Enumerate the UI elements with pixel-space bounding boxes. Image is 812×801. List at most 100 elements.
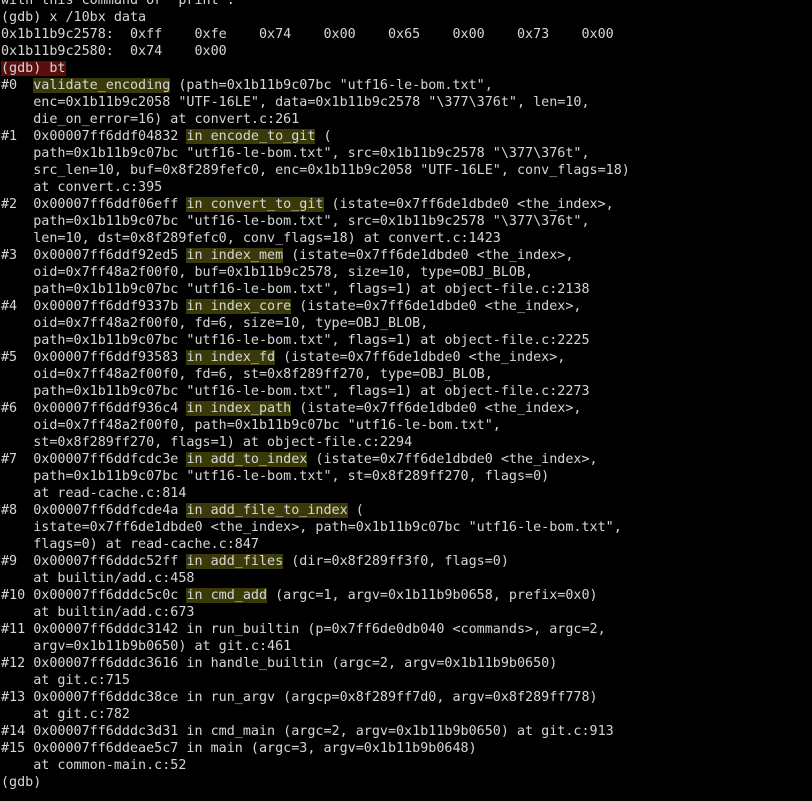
gdb-terminal[interactable]: with this command or "print". (gdb) x /10… xyxy=(0,0,812,793)
terminal-line: at common-main.c:52 xyxy=(1,757,812,774)
terminal-text: path=0x1b11b9c07bc "utf16-le-bom.txt", f… xyxy=(1,384,590,399)
terminal-text: at git.c:782 xyxy=(1,707,130,722)
terminal-text: with this command or "print". xyxy=(1,0,235,8)
terminal-text: 0x1b11b9c2578: 0xff 0xfe 0x74 0x00 0x65 … xyxy=(1,27,614,42)
terminal-line: #12 0x00007ff6dddc3616 in handle_builtin… xyxy=(1,655,812,672)
terminal-line: #5 0x00007ff6ddf93583 in index_fd (istat… xyxy=(1,349,812,366)
terminal-text: src_len=10, buf=0x8f289fefc0, enc=0x1b11… xyxy=(1,163,630,178)
terminal-text: at git.c:715 xyxy=(1,673,130,688)
terminal-line: len=10, dst=0x8f289fefc0, conv_flags=18)… xyxy=(1,230,812,247)
terminal-line: #9 0x00007ff6dddc52ff in add_files (dir=… xyxy=(1,553,812,570)
terminal-line: path=0x1b11b9c07bc "utf16-le-bom.txt", f… xyxy=(1,332,812,349)
terminal-text: #3 0x00007ff6ddf92ed5 xyxy=(1,248,187,263)
terminal-text: ( xyxy=(347,503,364,518)
function-name-highlight: in index_path xyxy=(186,401,292,416)
terminal-line: flags=0) at read-cache.c:847 xyxy=(1,536,812,553)
function-name-highlight: in index_fd xyxy=(186,350,276,365)
terminal-text: #0 xyxy=(1,78,34,93)
terminal-text: #5 0x00007ff6ddf93583 xyxy=(1,350,187,365)
function-name-highlight: in add_files xyxy=(186,554,284,569)
terminal-text: path=0x1b11b9c07bc "utf16-le-bom.txt", f… xyxy=(1,333,590,348)
terminal-text: oid=0x7ff48a2f00f0, fd=6, st=0x8f289ff27… xyxy=(1,367,493,382)
terminal-line: (gdb) x /10bx data xyxy=(1,9,812,26)
terminal-text: (argc=1, argv=0x1b11b9b0658, prefix=0x0) xyxy=(267,588,598,603)
terminal-line: #2 0x00007ff6ddf06eff in convert_to_git … xyxy=(1,196,812,213)
terminal-text: at builtin/add.c:458 xyxy=(1,571,195,586)
terminal-text: oid=0x7ff48a2f00f0, path=0x1b11b9c07bc "… xyxy=(1,418,501,433)
terminal-line: #13 0x00007ff6dddc38ce in run_argv (argc… xyxy=(1,689,812,706)
terminal-line: #14 0x00007ff6dddc3d31 in cmd_main (argc… xyxy=(1,723,812,740)
terminal-text: at common-main.c:52 xyxy=(1,758,187,773)
terminal-text: #10 0x00007ff6dddc5c0c xyxy=(1,588,187,603)
terminal-text: die_on_error=16) at convert.c:261 xyxy=(1,112,300,127)
terminal-text: (istate=0x7ff6de1dbde0 <the_index>, xyxy=(291,299,582,314)
function-name-highlight: validate_encoding xyxy=(33,78,171,93)
terminal-text: (path=0x1b11b9c07bc "utf16-le-bom.txt", xyxy=(170,78,493,93)
terminal-line: path=0x1b11b9c07bc "utf16-le-bom.txt", s… xyxy=(1,213,812,230)
terminal-line: istate=0x7ff6de1dbde0 <the_index>, path=… xyxy=(1,519,812,536)
terminal-text: st=0x8f289ff270, flags=1) at object-file… xyxy=(1,435,413,450)
terminal-text: #6 0x00007ff6ddf936c4 xyxy=(1,401,187,416)
terminal-line: path=0x1b11b9c07bc "utf16-le-bom.txt", f… xyxy=(1,281,812,298)
terminal-line: enc=0x1b11b9c2058 "UTF-16LE", data=0x1b1… xyxy=(1,94,812,111)
function-name-highlight: in index_mem xyxy=(186,248,284,263)
terminal-text: #4 0x00007ff6ddf9337b xyxy=(1,299,187,314)
terminal-line: with this command or "print". xyxy=(1,0,812,9)
terminal-text: ( xyxy=(315,129,332,144)
terminal-line: at git.c:715 xyxy=(1,672,812,689)
terminal-text: path=0x1b11b9c07bc "utf16-le-bom.txt", s… xyxy=(1,214,590,229)
terminal-text: #8 0x00007ff6ddfcde4a xyxy=(1,503,187,518)
terminal-text: #14 0x00007ff6dddc3d31 in cmd_main (argc… xyxy=(1,724,614,739)
function-name-highlight: in add_file_to_index xyxy=(186,503,348,518)
function-name-highlight: in index_core xyxy=(186,299,292,314)
terminal-line: 0x1b11b9c2580: 0x74 0x00 xyxy=(1,43,812,60)
terminal-text: path=0x1b11b9c07bc "utf16-le-bom.txt", f… xyxy=(1,282,590,297)
terminal-line: oid=0x7ff48a2f00f0, path=0x1b11b9c07bc "… xyxy=(1,417,812,434)
terminal-line: st=0x8f289ff270, flags=1) at object-file… xyxy=(1,434,812,451)
terminal-text: 0x1b11b9c2580: 0x74 0x00 xyxy=(1,44,227,59)
terminal-line: die_on_error=16) at convert.c:261 xyxy=(1,111,812,128)
function-name-highlight: in add_to_index xyxy=(186,452,308,467)
terminal-line: #11 0x00007ff6dddc3142 in run_builtin (p… xyxy=(1,621,812,638)
terminal-text: path=0x1b11b9c07bc "utf16-le-bom.txt", s… xyxy=(1,146,590,161)
terminal-line: #3 0x00007ff6ddf92ed5 in index_mem (ista… xyxy=(1,247,812,264)
terminal-text: #2 0x00007ff6ddf06eff xyxy=(1,197,187,212)
terminal-line: oid=0x7ff48a2f00f0, buf=0x1b11b9c2578, s… xyxy=(1,264,812,281)
terminal-text: oid=0x7ff48a2f00f0, fd=6, size=10, type=… xyxy=(1,316,429,331)
terminal-line: at builtin/add.c:673 xyxy=(1,604,812,621)
terminal-text: flags=0) at read-cache.c:847 xyxy=(1,537,259,552)
terminal-text: (istate=0x7ff6de1dbde0 <the_index>, xyxy=(291,401,582,416)
terminal-text: (istate=0x7ff6de1dbde0 <the_index>, xyxy=(283,248,574,263)
terminal-line: #7 0x00007ff6ddfcdc3e in add_to_index (i… xyxy=(1,451,812,468)
terminal-line: (gdb) bt xyxy=(1,60,812,77)
function-name-highlight: in convert_to_git xyxy=(186,197,324,212)
terminal-text: #12 0x00007ff6dddc3616 in handle_builtin… xyxy=(1,656,558,671)
terminal-line: at git.c:782 xyxy=(1,706,812,723)
terminal-text: at read-cache.c:814 xyxy=(1,486,187,501)
terminal-text: at builtin/add.c:673 xyxy=(1,605,195,620)
function-name-highlight: in encode_to_git xyxy=(186,129,316,144)
function-name-highlight: in cmd_add xyxy=(186,588,268,603)
terminal-line: #15 0x00007ff6ddeae5c7 in main (argc=3, … xyxy=(1,740,812,757)
terminal-line: argv=0x1b11b9b0650) at git.c:461 xyxy=(1,638,812,655)
terminal-text: path=0x1b11b9c07bc "utf16-le-bom.txt", s… xyxy=(1,469,550,484)
terminal-text: (dir=0x8f289ff3f0, flags=0) xyxy=(283,554,509,569)
terminal-text: oid=0x7ff48a2f00f0, buf=0x1b11b9c2578, s… xyxy=(1,265,534,280)
terminal-text: enc=0x1b11b9c2058 "UTF-16LE", data=0x1b1… xyxy=(1,95,590,110)
terminal-line: 0x1b11b9c2578: 0xff 0xfe 0x74 0x00 0x65 … xyxy=(1,26,812,43)
terminal-line: (gdb) xyxy=(1,774,812,791)
gdb-prompt-highlight: (gdb) bt xyxy=(1,61,66,76)
terminal-line: #6 0x00007ff6ddf936c4 in index_path (ist… xyxy=(1,400,812,417)
terminal-text: #1 0x00007ff6ddf04832 xyxy=(1,129,187,144)
terminal-text: (istate=0x7ff6de1dbde0 <the_index>, xyxy=(275,350,566,365)
terminal-line: at read-cache.c:814 xyxy=(1,485,812,502)
terminal-line: oid=0x7ff48a2f00f0, fd=6, size=10, type=… xyxy=(1,315,812,332)
terminal-line: oid=0x7ff48a2f00f0, fd=6, st=0x8f289ff27… xyxy=(1,366,812,383)
terminal-line: path=0x1b11b9c07bc "utf16-le-bom.txt", f… xyxy=(1,383,812,400)
terminal-line: path=0x1b11b9c07bc "utf16-le-bom.txt", s… xyxy=(1,145,812,162)
terminal-line: path=0x1b11b9c07bc "utf16-le-bom.txt", s… xyxy=(1,468,812,485)
terminal-line: src_len=10, buf=0x8f289fefc0, enc=0x1b11… xyxy=(1,162,812,179)
terminal-line: #10 0x00007ff6dddc5c0c in cmd_add (argc=… xyxy=(1,587,812,604)
terminal-text: #7 0x00007ff6ddfcdc3e xyxy=(1,452,187,467)
terminal-line: #4 0x00007ff6ddf9337b in index_core (ist… xyxy=(1,298,812,315)
